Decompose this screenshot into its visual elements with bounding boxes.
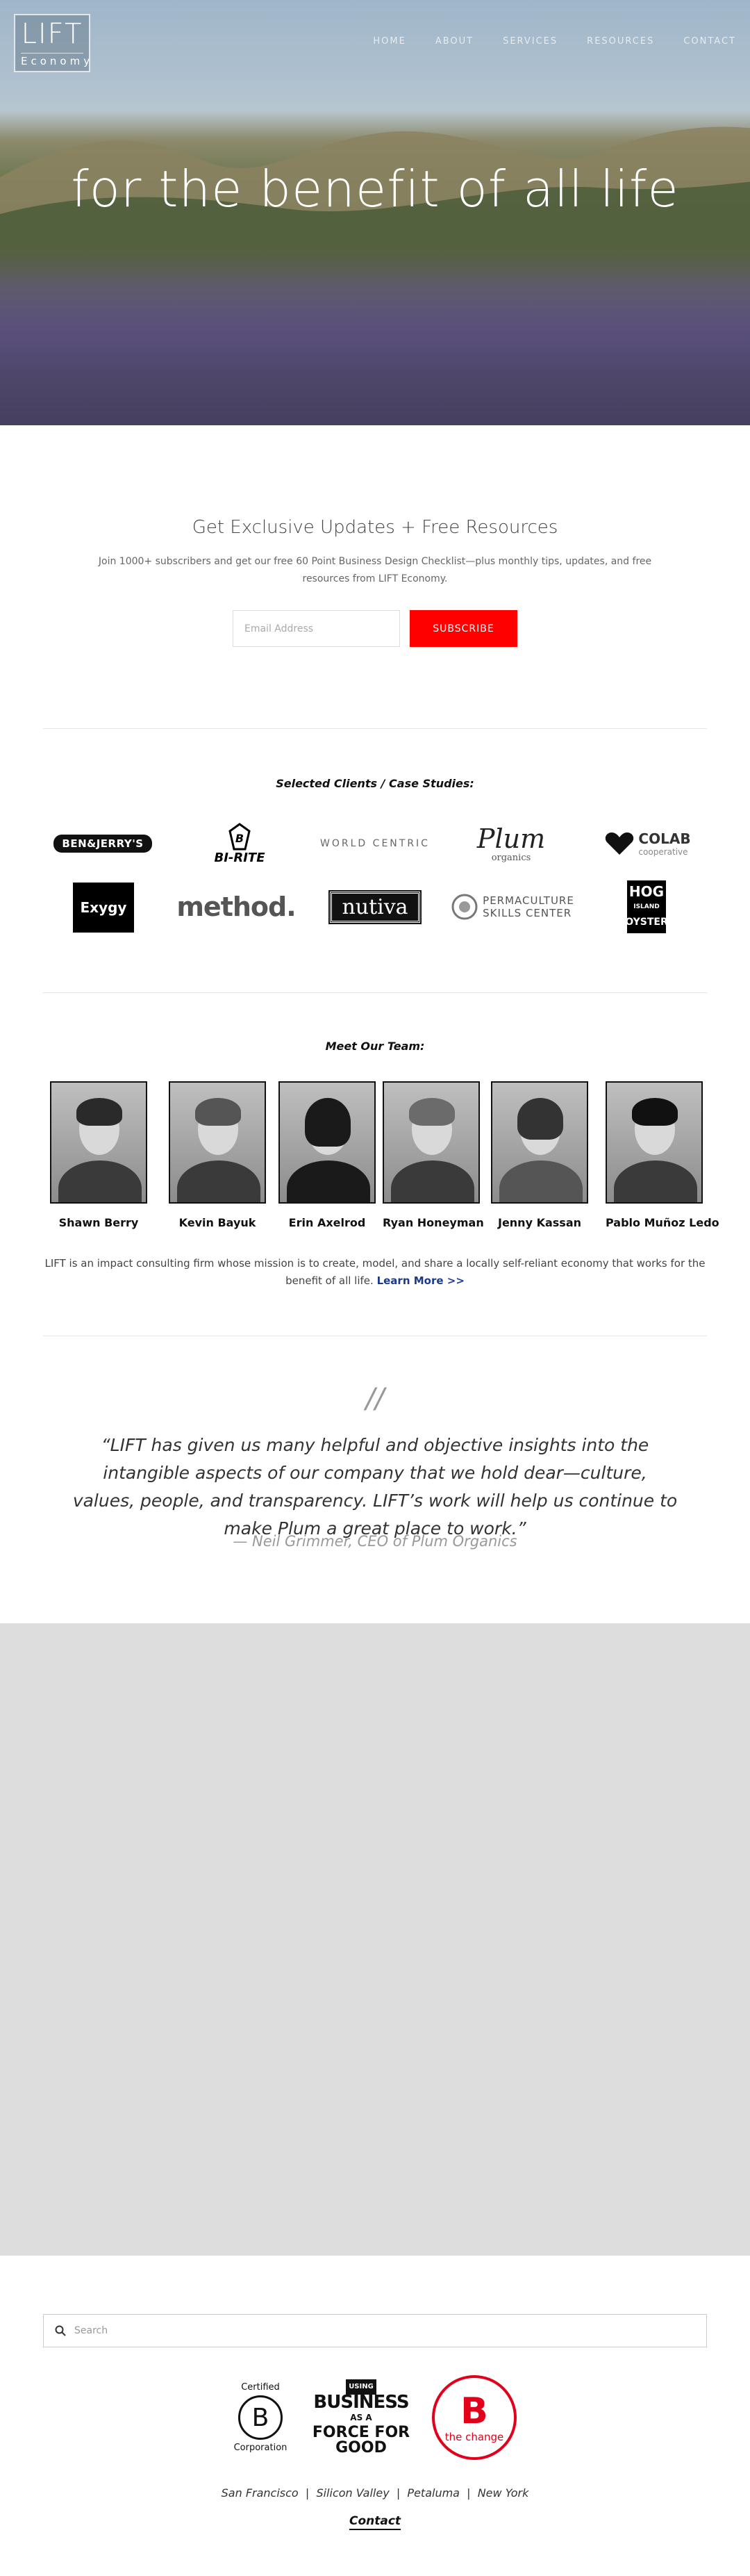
team-member-name: Kevin Bayuk xyxy=(178,1216,256,1229)
contact-link-wrapper: Contact xyxy=(0,2514,750,2530)
permaculture-text: PERMACULTURE xyxy=(483,894,574,907)
bi-rite-emblem-icon: B xyxy=(228,822,251,850)
divider xyxy=(43,728,707,729)
bchange-text: the change xyxy=(444,2431,504,2443)
team-member-name: Erin Axelrod xyxy=(288,1216,366,1229)
testimonial-attribution: — Neil Grimmer, CEO of Plum Organics xyxy=(233,1533,517,1550)
search-placeholder: Search xyxy=(74,2325,108,2336)
force-line3: AS A xyxy=(350,2413,372,2422)
bcorp-letter: B xyxy=(238,2395,283,2440)
plum-sub-text: organics xyxy=(491,852,531,863)
logo-method[interactable]: method. xyxy=(174,884,299,930)
bi-rite-text: BI-RITE xyxy=(214,850,265,865)
logo-permaculture[interactable]: PERMACULTURE SKILLS CENTER xyxy=(450,888,575,926)
contact-link[interactable]: Contact xyxy=(349,2514,401,2530)
nutiva-text: nutiva xyxy=(328,889,422,924)
team-member[interactable]: Jenny Kassan xyxy=(491,1081,588,1229)
colab-text: COLAB xyxy=(638,830,691,847)
logo-sub-text: Economy xyxy=(21,53,90,69)
nav-home[interactable]: HOME xyxy=(373,36,406,47)
b-the-change-badge[interactable]: B the change xyxy=(432,2375,517,2460)
team-photo xyxy=(491,1081,588,1204)
nav-resources[interactable]: RESOURCES xyxy=(587,36,654,47)
certified-b-corp-badge[interactable]: Certified B Corporation xyxy=(229,2372,292,2463)
ben-jerrys-text: BEN&JERRY'S xyxy=(53,835,152,853)
hog-island-badge: HOG ISLAND OYSTER xyxy=(625,880,668,933)
method-text: method. xyxy=(176,892,296,922)
search-icon xyxy=(55,2325,66,2336)
team-photo xyxy=(606,1081,703,1204)
divider xyxy=(43,992,707,993)
force-line4: FORCE FOR GOOD xyxy=(312,2424,410,2456)
site-logo[interactable]: LIFT Economy xyxy=(14,14,90,72)
subscribe-button[interactable]: SUBSCRIBE xyxy=(410,610,517,647)
team-member-name: Ryan Honeyman xyxy=(383,1216,484,1229)
nav-about[interactable]: ABOUT xyxy=(435,36,474,47)
colab-sub-text: cooperative xyxy=(638,847,688,857)
heart-icon xyxy=(606,832,634,855)
force-line2: BUSINESS xyxy=(313,2392,409,2413)
email-input[interactable]: Email Address xyxy=(233,610,400,647)
team-photo xyxy=(50,1081,147,1204)
logo-exygy[interactable]: Exygy xyxy=(72,881,135,934)
plum-text: Plum xyxy=(476,823,546,854)
grey-placeholder-block xyxy=(0,1623,750,2256)
bcorp-corporation-text: Corporation xyxy=(233,2443,288,2453)
mission-statement: LIFT is an impact consulting firm whose … xyxy=(43,1255,707,1290)
exygy-text: Exygy xyxy=(73,883,134,933)
team-photo xyxy=(383,1081,480,1204)
team-member[interactable]: Shawn Berry xyxy=(50,1081,147,1229)
logo-main-text: LIFT xyxy=(21,18,83,50)
search-bar[interactable]: Search xyxy=(43,2314,707,2347)
team-photo xyxy=(278,1081,376,1204)
hog-text: HOG xyxy=(628,883,665,900)
testimonial-quote: “LIFT has given us many helpful and obje… xyxy=(72,1435,678,1539)
logo-colab[interactable]: COLAB cooperative xyxy=(596,823,700,864)
world-centric-text: WORLD CENTRIC xyxy=(320,838,430,849)
hero-title: for the benefit of all life xyxy=(71,160,679,218)
newsletter-description: Join 1000+ subscribers and get our free … xyxy=(98,556,652,584)
skills-center-text: SKILLS CENTER xyxy=(483,907,572,919)
bchange-letter: B xyxy=(460,2390,488,2432)
team-member-name: Shawn Berry xyxy=(58,1216,139,1229)
svg-text:B: B xyxy=(235,832,244,845)
logo-bi-rite[interactable]: B BI-RITE xyxy=(201,817,278,870)
permaculture-circle-icon xyxy=(451,894,478,920)
logo-nutiva[interactable]: nutiva xyxy=(328,888,422,926)
logo-world-centric[interactable]: WORLD CENTRIC xyxy=(312,827,438,860)
newsletter-title: Get Exclusive Updates + Free Resources xyxy=(192,517,558,538)
hero-banner: LIFT Economy HOME ABOUT SERVICES RESOURC… xyxy=(0,0,750,425)
clients-heading: Selected Clients / Case Studies: xyxy=(276,777,474,790)
logo-plum-organics[interactable]: Plum organics xyxy=(462,817,560,870)
learn-more-link[interactable]: Learn More >> xyxy=(377,1274,465,1287)
nav-contact[interactable]: CONTACT xyxy=(683,36,736,47)
oyster-text: OYSTER xyxy=(625,917,668,928)
office-locations: San Francisco | Silicon Valley | Petalum… xyxy=(221,2486,529,2500)
logo-hog-island[interactable]: HOG ISLAND OYSTER xyxy=(625,878,668,935)
quote-mark: // xyxy=(365,1383,385,1415)
nav-services[interactable]: SERVICES xyxy=(503,36,558,47)
team-member[interactable]: Ryan Honeyman xyxy=(383,1081,484,1229)
main-nav: HOME ABOUT SERVICES RESOURCES CONTACT xyxy=(373,36,736,47)
logo-ben-jerrys[interactable]: BEN&JERRY'S xyxy=(53,827,152,860)
team-member[interactable]: Kevin Bayuk xyxy=(169,1081,266,1229)
bcorp-certified-text: Certified xyxy=(241,2382,280,2393)
island-text: ISLAND xyxy=(633,903,660,910)
mission-text: LIFT is an impact consulting firm whose … xyxy=(44,1257,706,1287)
team-member-name: Pablo Muñoz Ledo xyxy=(606,1216,719,1229)
team-heading: Meet Our Team: xyxy=(325,1040,425,1053)
force-for-good-badge[interactable]: USING BUSINESS AS A FORCE FOR GOOD xyxy=(306,2377,417,2459)
team-member[interactable]: Erin Axelrod xyxy=(278,1081,376,1229)
team-member-name: Jenny Kassan xyxy=(497,1216,581,1229)
team-member[interactable]: Pablo Muñoz Ledo xyxy=(606,1081,719,1229)
team-photo xyxy=(169,1081,266,1204)
